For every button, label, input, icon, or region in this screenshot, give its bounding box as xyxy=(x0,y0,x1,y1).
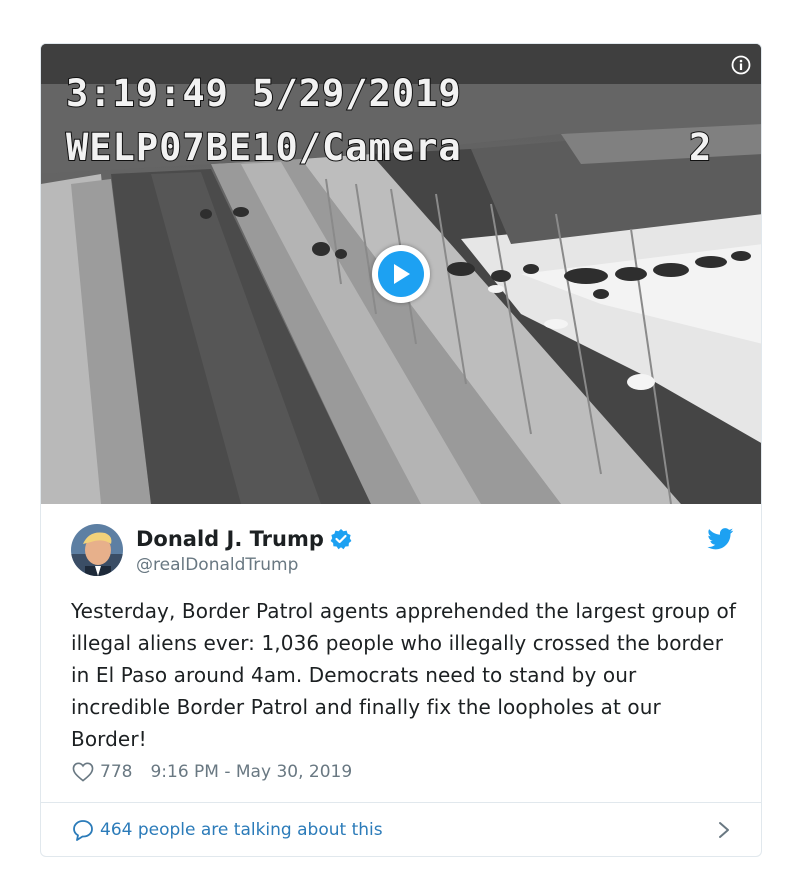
chevron-right-icon xyxy=(719,822,729,838)
divider xyxy=(41,802,761,803)
speech-bubble-icon xyxy=(73,820,93,841)
tweet-meta: 778 9:16 PM - May 30, 2019 xyxy=(72,762,352,782)
info-icon[interactable] xyxy=(731,55,751,75)
play-button[interactable] xyxy=(372,245,430,303)
tweet-timestamp[interactable]: 9:16 PM - May 30, 2019 xyxy=(150,762,352,782)
heart-icon[interactable] xyxy=(72,762,94,782)
tweet-header: Donald J. Trump @realDonaldTrump xyxy=(71,524,734,580)
talking-about-link[interactable]: 464 people are talking about this xyxy=(72,816,732,844)
talking-label: 464 people are talking about this xyxy=(100,820,383,840)
name-row: Donald J. Trump xyxy=(136,527,352,551)
like-count[interactable]: 778 xyxy=(100,762,132,782)
twitter-bird-icon[interactable] xyxy=(707,528,734,550)
video-timestamp-overlay: 3:19:49 5/29/2019 xyxy=(65,72,462,115)
display-name[interactable]: Donald J. Trump xyxy=(136,527,324,551)
tweet-text: Yesterday, Border Patrol agents apprehen… xyxy=(71,599,737,751)
tweet-card: 3:19:49 5/29/2019 WELP07BE10/Camera 2 Do… xyxy=(40,43,762,857)
video-media[interactable]: 3:19:49 5/29/2019 WELP07BE10/Camera 2 xyxy=(41,44,761,504)
user-handle[interactable]: @realDonaldTrump xyxy=(136,555,298,575)
avatar[interactable] xyxy=(71,524,123,576)
video-camera-number-overlay: 2 xyxy=(688,126,712,169)
verified-badge-icon xyxy=(330,529,352,550)
play-icon xyxy=(394,264,410,284)
video-camera-id-overlay: WELP07BE10/Camera xyxy=(65,126,462,169)
